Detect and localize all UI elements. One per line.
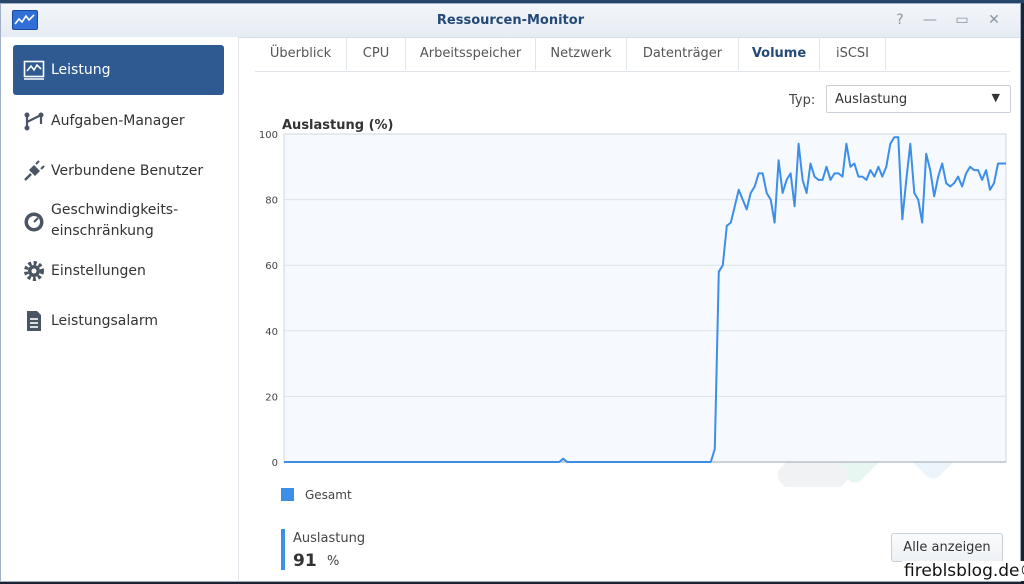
main-content: Überblick CPU Arbeitsspeicher Netzwerk D… [239,37,1020,581]
kpi-label: Auslastung [293,531,366,546]
sidebar-item-label-line2: einschränkung [51,223,154,239]
sidebar-item-label: Geschwindigkeits- [51,202,179,218]
sidebar-item-label: Verbundene Benutzer [51,163,204,179]
alarm-list-icon [27,311,41,331]
maximize-icon[interactable]: ▭ [952,11,972,29]
y-tick-label: 40 [265,327,278,338]
sidebar-item-label: Einstellungen [51,263,146,279]
gear-icon [24,261,44,281]
sidebar-item-geschwindigkeitseinschraenkung[interactable]: Geschwindigkeits- einschränkung [13,195,224,251]
legend-label-gesamt: Gesamt [305,488,352,502]
sidebar-item-einstellungen[interactable]: Einstellungen [13,245,224,295]
title-bar[interactable]: Ressourcen-Monitor ? — ▭ ✕ [1,4,1020,38]
y-tick-label: 20 [265,392,278,403]
y-tick-label: 0 [272,458,278,469]
sidebar-item-label: Leistungsalarm [51,313,158,329]
sidebar-item-leistungsalarm[interactable]: Leistungsalarm [13,295,224,345]
minimize-icon[interactable]: — [920,11,940,29]
sidebar-item-aufgaben-manager[interactable]: Aufgaben-Manager [13,95,224,145]
watermark-text: fireblsblog.de© [902,561,1024,581]
kpi-unit: % [327,554,340,569]
sidebar-item-label: Leistung [51,62,111,78]
plug-icon [24,160,45,181]
chart-plot-area: 0 20 40 60 80 100 [259,130,1007,469]
sidebar-item-verbundene-benutzer[interactable]: Verbundene Benutzer [13,145,224,195]
sidebar: Leistung Aufgaben-Manager Verbundene Ben… [1,37,239,581]
legend-swatch-gesamt [281,488,294,501]
window-title: Ressourcen-Monitor [436,13,585,28]
show-all-button[interactable]: Alle anzeigen [891,533,1003,562]
kpi-value: 91 [293,551,317,571]
help-icon[interactable]: ? [890,11,910,29]
y-tick-label: 60 [265,261,278,272]
kpi-accent-bar [281,529,285,570]
performance-chart-icon [23,60,45,80]
usage-line-chart: 0 20 40 60 80 100 [259,130,1007,487]
sidebar-item-label: Aufgaben-Manager [51,113,185,129]
close-icon[interactable]: ✕ [984,11,1004,29]
sidebar-item-leistung[interactable]: Leistung [13,45,224,95]
y-tick-label: 100 [259,130,278,141]
task-manager-icon [24,112,44,131]
y-tick-label: 80 [265,196,278,207]
chart-plot-background [283,133,1007,463]
speed-limit-icon [24,212,44,232]
resource-monitor-window: Ressourcen-Monitor ? — ▭ ✕ Leistung Aufg… [0,3,1021,582]
